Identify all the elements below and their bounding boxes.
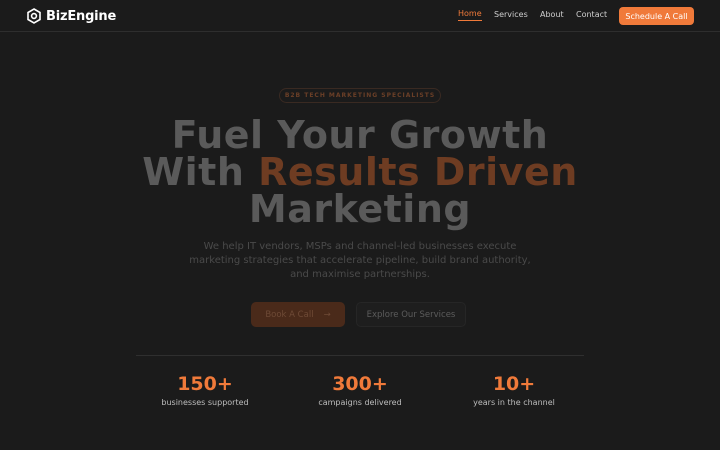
hero-eyebrow-badge: B2B TECH MARKETING SPECIALISTS bbox=[279, 88, 441, 103]
stat-label: years in the channel bbox=[473, 398, 555, 407]
stat-label: campaigns delivered bbox=[318, 398, 402, 407]
book-call-button[interactable]: Book A Call → bbox=[251, 302, 345, 327]
top-navbar: BizEngine Home Services About Contact Sc… bbox=[0, 0, 720, 32]
book-call-label: Book A Call bbox=[265, 309, 314, 320]
stats-divider bbox=[136, 355, 584, 356]
stat-businesses: 150+ businesses supported bbox=[130, 373, 280, 407]
stat-label: businesses supported bbox=[161, 398, 249, 407]
explore-services-button[interactable]: Explore Our Services bbox=[356, 302, 466, 327]
stat-years: 10+ years in the channel bbox=[439, 373, 589, 407]
nav-link-services[interactable]: Services bbox=[494, 10, 528, 19]
hexagon-gear-icon bbox=[27, 8, 41, 24]
headline-line-2-plain: With bbox=[142, 150, 245, 194]
schedule-call-button[interactable]: Schedule A Call bbox=[619, 7, 694, 25]
brand-name: BizEngine bbox=[46, 8, 117, 24]
nav-link-home[interactable]: Home bbox=[458, 9, 482, 21]
stat-value: 150+ bbox=[177, 373, 233, 395]
brand-logo[interactable]: BizEngine bbox=[26, 7, 116, 25]
hero-subtext: We help IT vendors, MSPs and channel-led… bbox=[189, 241, 531, 280]
arrow-right-icon: → bbox=[323, 309, 331, 320]
stat-value: 300+ bbox=[332, 373, 388, 395]
nav-link-contact[interactable]: Contact bbox=[576, 10, 607, 19]
hero-headline: Fuel Your Growth With Results Driven Mar… bbox=[0, 116, 720, 231]
headline-line-3: Marketing bbox=[248, 187, 472, 231]
nav-link-about[interactable]: About bbox=[540, 10, 564, 19]
stat-value: 10+ bbox=[492, 373, 536, 395]
stat-campaigns: 300+ campaigns delivered bbox=[285, 373, 435, 407]
